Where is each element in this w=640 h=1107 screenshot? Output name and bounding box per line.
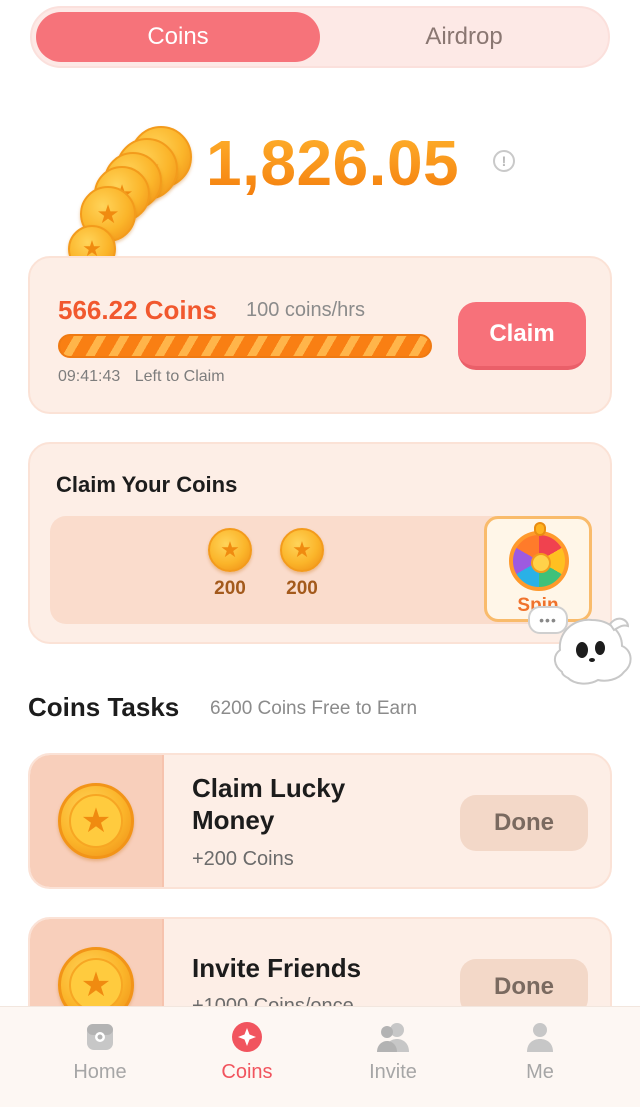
coins-icon: [229, 1019, 265, 1055]
nav-label: Me: [526, 1061, 554, 1083]
coin-icon: ★: [280, 528, 324, 572]
mining-progress-bar: [58, 334, 432, 358]
tab-airdrop[interactable]: Airdrop: [322, 12, 606, 62]
wheel-pin-icon: [534, 522, 546, 536]
claim-button[interactable]: Claim: [458, 302, 586, 370]
task-name: Invite Friends: [192, 953, 362, 983]
reward-value: 200: [286, 578, 318, 599]
task-card: ★ Claim Lucky Money +200 Coins Done: [28, 753, 612, 889]
mining-rate: 100 coins/hrs: [246, 299, 365, 321]
task-name: Claim Lucky Money: [192, 773, 346, 835]
home-icon: [82, 1019, 118, 1055]
tab-coins[interactable]: Coins: [36, 12, 320, 62]
nav-home[interactable]: Home: [40, 1019, 160, 1084]
reward-value: 200: [214, 578, 246, 599]
nav-label: Home: [73, 1061, 127, 1083]
nav-me[interactable]: Me: [480, 1019, 600, 1084]
claim-coins-card: Claim Your Coins ★ 200 ★ 200 Spin: [28, 442, 612, 644]
bottom-nav: Home Coins Invite Me: [0, 1006, 640, 1107]
claim-countdown: 09:41:43 Left to Claim: [58, 368, 235, 386]
reward-slot[interactable]: ★ 200: [272, 528, 332, 600]
countdown-label: Left to Claim: [134, 368, 225, 385]
nav-coins[interactable]: Coins: [187, 1019, 307, 1084]
coin-icon: ★: [208, 528, 252, 572]
profile-icon: [522, 1019, 558, 1055]
nav-label: Coins: [221, 1061, 273, 1083]
top-tab-bar: Coins Airdrop: [30, 6, 610, 68]
mining-card: 566.22 Coins 100 coins/hrs 09:41:43 Left…: [28, 256, 612, 414]
task-icon-box: ★: [30, 755, 164, 887]
countdown-time: 09:41:43: [58, 368, 121, 385]
coin-icon: ★: [58, 783, 134, 859]
coin-balance: 1,826.05: [206, 127, 460, 199]
invite-icon: [375, 1019, 411, 1055]
info-icon[interactable]: !: [493, 150, 515, 172]
nav-invite[interactable]: Invite: [333, 1019, 453, 1084]
nav-label: Invite: [369, 1061, 417, 1083]
tasks-title: Coins Tasks: [28, 692, 180, 722]
ghost-mascot-icon[interactable]: [548, 602, 636, 690]
task-reward: +200 Coins: [192, 848, 294, 870]
claim-coins-title: Claim Your Coins: [56, 472, 238, 497]
task-done-button[interactable]: Done: [460, 795, 588, 851]
spin-wheel-icon: [509, 531, 569, 591]
tasks-subtitle: 6200 Coins Free to Earn: [210, 698, 418, 719]
mined-amount: 566.22 Coins: [58, 295, 217, 325]
reward-slot[interactable]: ★ 200: [200, 528, 260, 600]
